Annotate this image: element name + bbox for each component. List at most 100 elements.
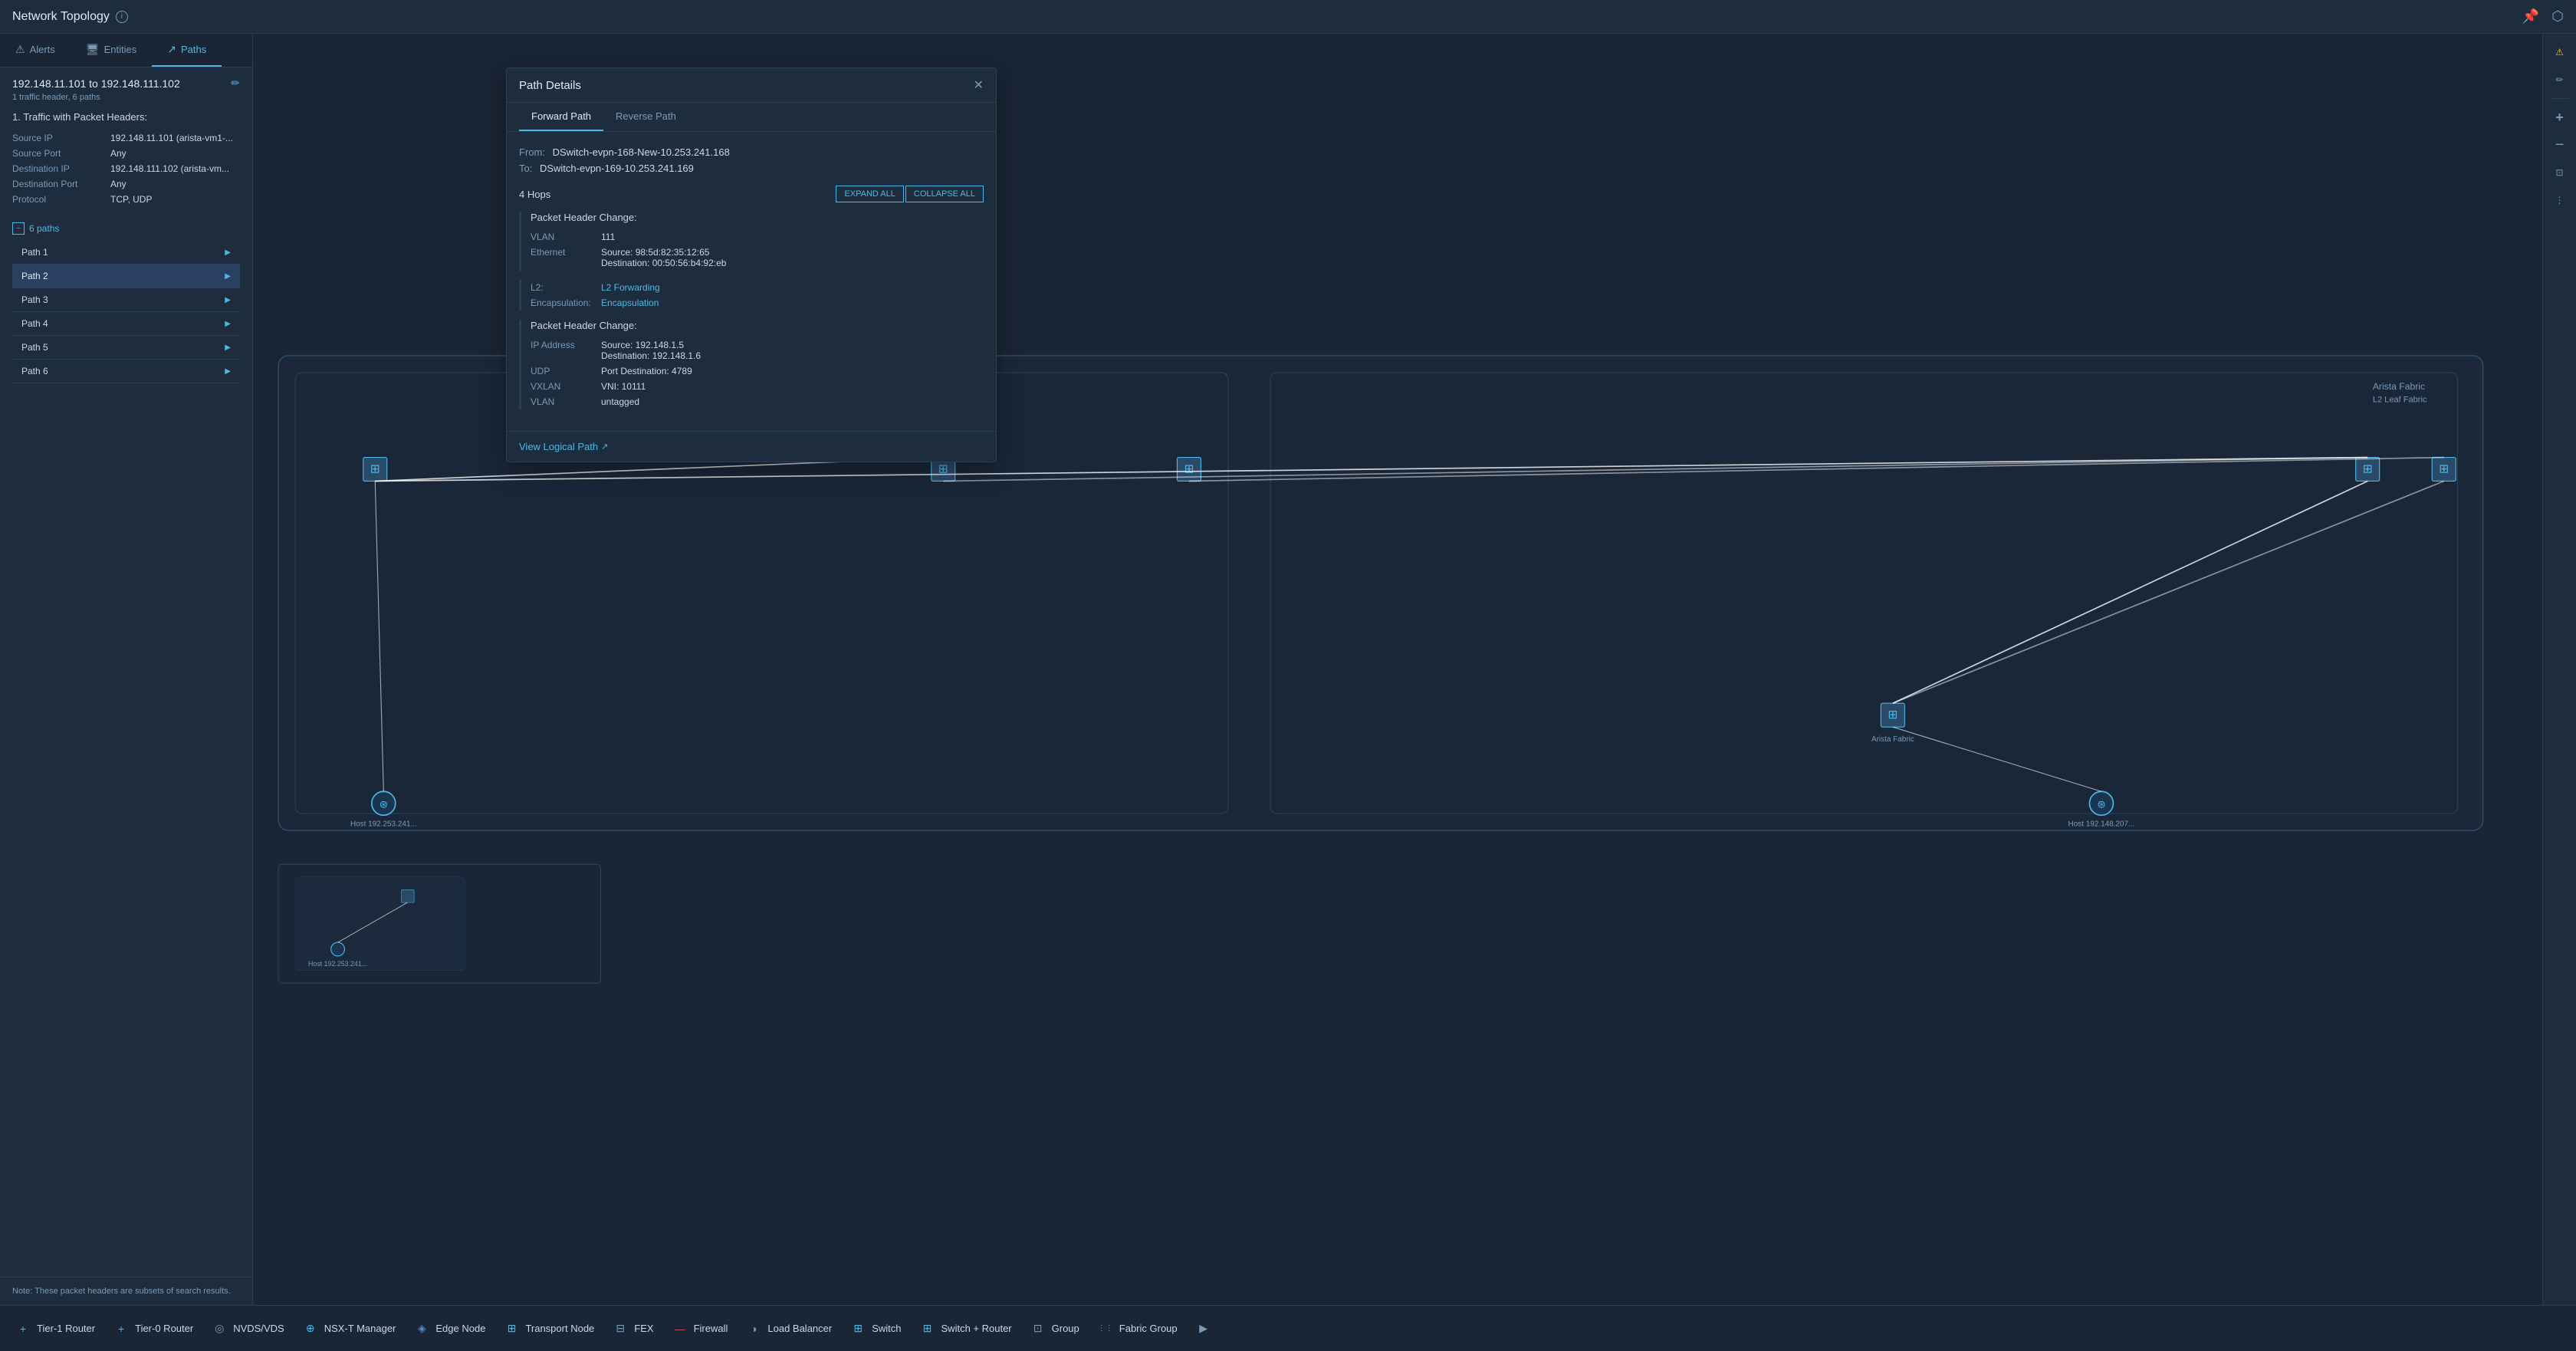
path-item-4[interactable]: Path 4 ▶ <box>12 312 240 336</box>
note-section: Note: These packet headers are subsets o… <box>0 1277 252 1305</box>
legend-fabricgroup[interactable]: ⋮⋮ Fabric Group <box>1098 1321 1178 1336</box>
modal-tab-reverse[interactable]: Reverse Path <box>603 103 688 131</box>
pin-icon[interactable]: 📌 <box>2522 8 2539 25</box>
modal-tab-forward-label: Forward Path <box>531 110 591 122</box>
zoom-out-button[interactable]: − <box>2548 133 2572 157</box>
paths-header[interactable]: − 6 paths <box>12 216 240 241</box>
source-port-label: Source Port <box>12 148 104 159</box>
header: Network Topology i 📌 ⬡ <box>0 0 2576 34</box>
vxlan-key: VXLAN <box>531 381 592 392</box>
modal-header: Path Details ✕ <box>507 68 996 103</box>
ethernet-val: Source: 98:5d:82:35:12:65 Destination: 0… <box>601 247 726 268</box>
svg-text:⊛: ⊛ <box>2097 798 2105 810</box>
legend-tier1[interactable]: + Tier-1 Router <box>15 1321 95 1336</box>
fex-legend-icon: ⊟ <box>613 1321 628 1336</box>
legend-loadbalancer[interactable]: ◑ Load Balancer <box>746 1321 832 1336</box>
alert-toolbar-button[interactable]: ⚠ <box>2548 40 2572 64</box>
tier0-legend-label: Tier-0 Router <box>135 1323 193 1334</box>
modal-overlay: Path Details ✕ Forward Path Reverse Path… <box>506 67 997 462</box>
collapse-paths-icon[interactable]: − <box>12 222 25 235</box>
nvds-legend-icon: ◎ <box>212 1321 227 1336</box>
path-4-label: Path 4 <box>21 318 48 329</box>
alert-tab-icon: ⚠ <box>15 43 25 56</box>
canvas-area[interactable]: Path Details ✕ Forward Path Reverse Path… <box>253 34 2542 1305</box>
edge-legend-label: Edge Node <box>435 1323 485 1334</box>
modal-from-to: From: DSwitch-evpn-168-New-10.253.241.16… <box>519 144 984 176</box>
entities-tab-icon: 🖥 <box>86 43 100 56</box>
legend-more[interactable]: ▶ <box>1196 1321 1211 1336</box>
loadbalancer-legend-icon: ◑ <box>746 1321 761 1336</box>
modal-body: From: DSwitch-evpn-168-New-10.253.241.16… <box>507 132 996 431</box>
ip-key: IP Address <box>531 340 592 361</box>
panel-content: 192.148.11.101 to 192.148.111.102 ✏ 1 tr… <box>0 67 252 1277</box>
modal-title: Path Details <box>519 79 581 92</box>
tab-entities[interactable]: 🖥 Entities <box>71 34 152 67</box>
legend-group[interactable]: ⊡ Group <box>1030 1321 1079 1336</box>
info-row-source-port: Source Port Any <box>12 146 240 161</box>
expand-all-button[interactable]: EXPAND ALL <box>836 186 903 202</box>
svg-text:⊞: ⊞ <box>370 462 380 475</box>
info-row-dest-port: Destination Port Any <box>12 176 240 192</box>
note-text: Note: These packet headers are subsets o… <box>12 1287 231 1296</box>
packet-row-l2: L2: L2 Forwarding <box>531 280 984 295</box>
legend-firewall[interactable]: — Firewall <box>672 1321 728 1336</box>
route-subtitle: 1 traffic header, 6 paths <box>12 93 240 102</box>
modal-tab-forward[interactable]: Forward Path <box>519 103 603 131</box>
legend-nsxt[interactable]: ⊕ NSX-T Manager <box>303 1321 396 1336</box>
path-4-chevron: ▶ <box>225 320 231 328</box>
legend-edge[interactable]: ◈ Edge Node <box>414 1321 485 1336</box>
modal-close-button[interactable]: ✕ <box>974 77 984 93</box>
collapse-all-button[interactable]: COLLAPSE ALL <box>905 186 984 202</box>
legend-fex[interactable]: ⊟ FEX <box>613 1321 653 1336</box>
modal-scroll[interactable]: Packet Header Change: VLAN 111 Ethernet … <box>519 212 984 419</box>
path-item-5[interactable]: Path 5 ▶ <box>12 336 240 360</box>
legend-switch[interactable]: ⊞ Switch <box>850 1321 901 1336</box>
paths-count-label: 6 paths <box>29 223 59 234</box>
path-item-3[interactable]: Path 3 ▶ <box>12 288 240 312</box>
svg-text:L2 Leaf Fabric: L2 Leaf Fabric <box>2373 396 2427 405</box>
modal-tabs: Forward Path Reverse Path <box>507 103 996 132</box>
udp-key: UDP <box>531 366 592 376</box>
legend-switchrouter[interactable]: ⊞ Switch + Router <box>920 1321 1012 1336</box>
svg-text:⊞: ⊞ <box>2363 462 2373 475</box>
header-icons: 📌 ⬡ <box>2522 8 2564 25</box>
dest-port-value: Any <box>110 179 127 189</box>
expand-icon[interactable]: ⬡ <box>2551 8 2564 25</box>
path-6-chevron: ▶ <box>225 367 231 376</box>
path-1-label: Path 1 <box>21 247 48 258</box>
path-item-2[interactable]: Path 2 ▶ <box>12 265 240 288</box>
protocol-value: TCP, UDP <box>110 194 152 205</box>
svg-text:Host 192.253.241...: Host 192.253.241... <box>308 960 367 968</box>
path-1-chevron: ▶ <box>225 248 231 257</box>
packet-row-vlan2: VLAN untagged <box>531 394 984 409</box>
edit-toolbar-button[interactable]: ✏ <box>2548 67 2572 92</box>
tab-alerts[interactable]: ⚠ Alerts <box>0 34 71 67</box>
edit-route-icon[interactable]: ✏ <box>231 77 240 90</box>
vlan2-key: VLAN <box>531 396 592 407</box>
view-logical-link[interactable]: View Logical Path ↗ <box>519 441 984 452</box>
legend-nvds[interactable]: ◎ NVDS/VDS <box>212 1321 284 1336</box>
l2-val[interactable]: L2 Forwarding <box>601 282 660 293</box>
legend-transport[interactable]: ⊞ Transport Node <box>504 1321 594 1336</box>
fabricgroup-legend-label: Fabric Group <box>1119 1323 1178 1334</box>
legend-tier0[interactable]: + Tier-0 Router <box>113 1321 193 1336</box>
more-options-button[interactable]: ⋮ <box>2548 188 2572 212</box>
path-2-label: Path 2 <box>21 271 48 281</box>
switch-legend-label: Switch <box>872 1323 901 1334</box>
route-header: 192.148.11.101 to 192.148.111.102 ✏ <box>12 77 240 90</box>
info-icon[interactable]: i <box>116 11 128 23</box>
path-item-1[interactable]: Path 1 ▶ <box>12 241 240 265</box>
tab-paths[interactable]: ↗ Paths <box>152 34 222 67</box>
protocol-label: Protocol <box>12 194 104 205</box>
fit-button[interactable]: ⊡ <box>2548 160 2572 185</box>
dest-ip-value: 192.148.111.102 (arista-vm... <box>110 163 229 174</box>
zoom-in-button[interactable]: + <box>2548 105 2572 130</box>
nsxt-legend-label: NSX-T Manager <box>324 1323 396 1334</box>
nsxt-legend-icon: ⊕ <box>303 1321 318 1336</box>
path-item-6[interactable]: Path 6 ▶ <box>12 360 240 383</box>
encap-val[interactable]: Encapsulation <box>601 297 659 308</box>
traffic-section-title: 1. Traffic with Packet Headers: <box>12 111 240 123</box>
packet-title-3: Packet Header Change: <box>531 320 984 331</box>
tier0-legend-icon: + <box>113 1321 129 1336</box>
loadbalancer-legend-label: Load Balancer <box>767 1323 832 1334</box>
